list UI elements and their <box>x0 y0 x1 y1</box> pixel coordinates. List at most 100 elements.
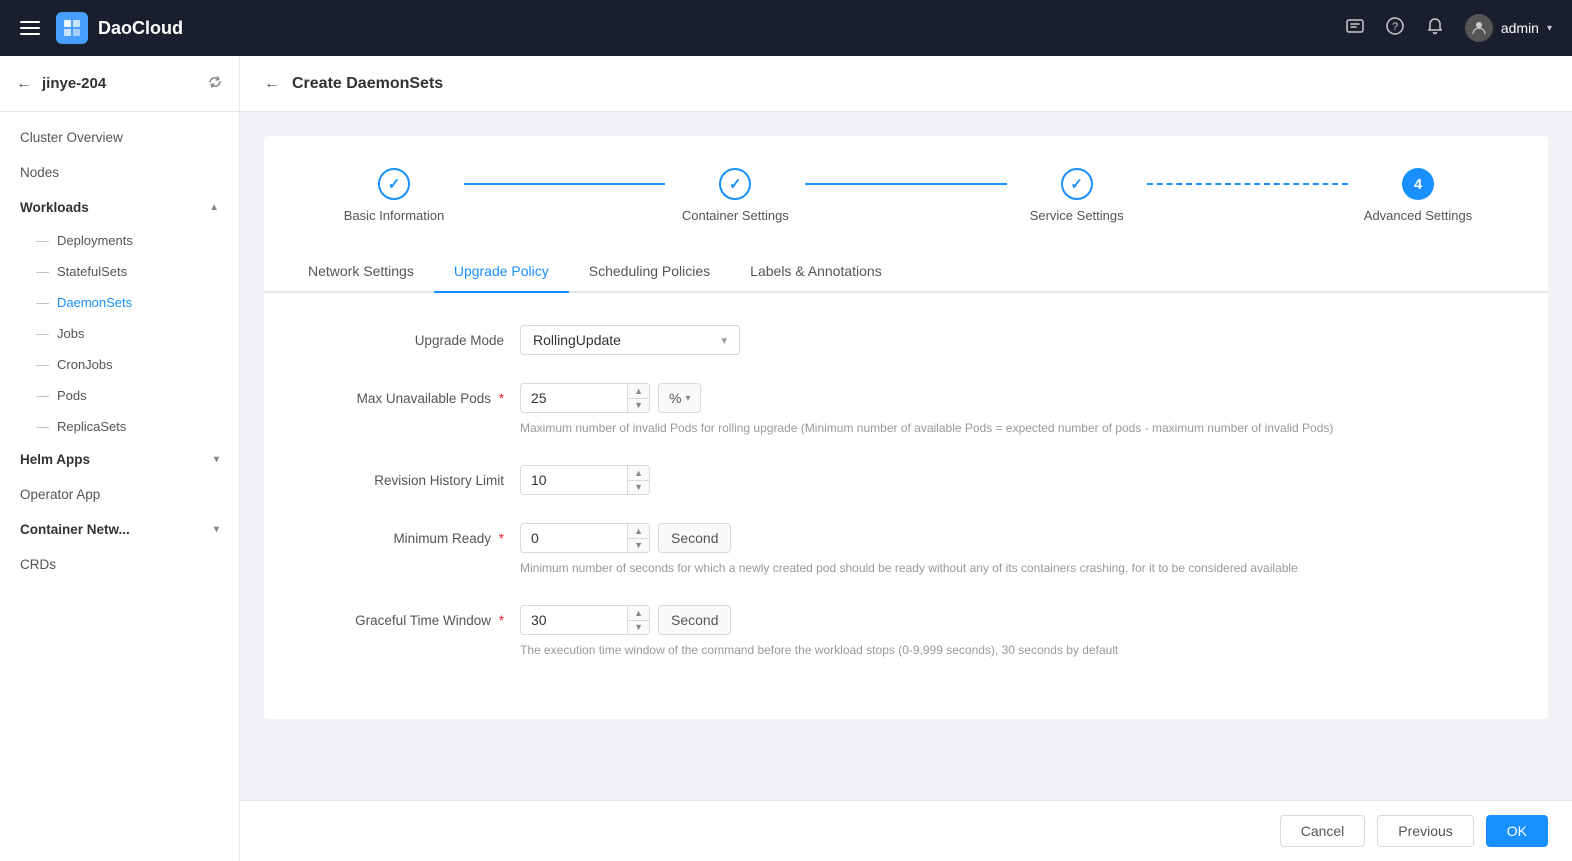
form-row-upgrade-mode: Upgrade Mode RollingUpdate ▾ <box>304 325 1508 355</box>
max-unavailable-spinners: ▲ ▼ <box>627 384 649 412</box>
sidebar-item-workloads[interactable]: Workloads ▲ <box>0 190 239 225</box>
wizard-card: ✓ Basic Information ✓ Container Settings <box>264 136 1548 719</box>
graceful-time-down[interactable]: ▼ <box>628 621 649 635</box>
upgrade-mode-chevron-icon: ▾ <box>721 334 727 347</box>
minimum-ready-up[interactable]: ▲ <box>628 524 649 539</box>
sidebar-item-deployments[interactable]: — Deployments <box>0 225 239 256</box>
max-unavailable-number-wrap: ▲ ▼ <box>520 383 650 413</box>
bell-icon[interactable] <box>1425 16 1445 41</box>
sidebar-item-jobs[interactable]: — Jobs <box>0 318 239 349</box>
max-unavailable-input-group: ▲ ▼ % ▾ <box>520 383 1508 413</box>
control-max-unavailable: ▲ ▼ % ▾ Maximum number of invalid Pods f… <box>520 383 1508 437</box>
ok-button[interactable]: OK <box>1486 815 1548 847</box>
control-graceful-time: ▲ ▼ Second The execution time window of … <box>520 605 1508 659</box>
message-icon[interactable] <box>1345 16 1365 41</box>
graceful-time-up[interactable]: ▲ <box>628 606 649 621</box>
step-advanced-settings: 4 Advanced Settings <box>1348 168 1488 223</box>
sidebar-item-pods[interactable]: — Pods <box>0 380 239 411</box>
required-star-minimum-ready: * <box>499 531 504 546</box>
sidebar-item-statefulsets[interactable]: — StatefulSets <box>0 256 239 287</box>
step-line-1 <box>464 183 665 185</box>
label-revision-history: Revision History Limit <box>304 465 504 488</box>
step-number-advanced: 4 <box>1414 176 1422 193</box>
admin-avatar <box>1465 14 1493 42</box>
tabs-bar: Network Settings Upgrade Policy Scheduli… <box>264 251 1548 293</box>
tab-labels-annotations[interactable]: Labels & Annotations <box>730 251 902 293</box>
tab-scheduling-policies[interactable]: Scheduling Policies <box>569 251 730 293</box>
max-unavailable-down[interactable]: ▼ <box>628 399 649 413</box>
topbar-logo: DaoCloud <box>56 12 183 44</box>
main-content: ← Create DaemonSets ✓ Basic Information <box>240 56 1572 861</box>
step-label-container-settings: Container Settings <box>682 208 789 223</box>
max-unavailable-up[interactable]: ▲ <box>628 384 649 399</box>
minimum-ready-input[interactable] <box>521 524 627 552</box>
page-title: Create DaemonSets <box>292 75 443 93</box>
admin-chevron: ▾ <box>1547 23 1552 34</box>
max-unavailable-input[interactable] <box>521 384 627 412</box>
sidebar-item-operator-app[interactable]: Operator App <box>0 477 239 512</box>
revision-history-up[interactable]: ▲ <box>628 466 649 481</box>
minimum-ready-input-group: ▲ ▼ Second <box>520 523 1508 553</box>
minimum-ready-down[interactable]: ▼ <box>628 539 649 553</box>
tab-network-settings[interactable]: Network Settings <box>288 251 434 293</box>
graceful-time-spinners: ▲ ▼ <box>627 606 649 634</box>
unit-chevron-icon: ▾ <box>685 393 690 404</box>
minimum-ready-unit: Second <box>658 523 731 553</box>
logo-icon <box>56 12 88 44</box>
sidebar-item-nodes[interactable]: Nodes <box>0 155 239 190</box>
label-graceful-time: Graceful Time Window * <box>304 605 504 628</box>
sidebar-item-cluster-overview[interactable]: Cluster Overview <box>0 120 239 155</box>
sidebar-item-container-netw[interactable]: Container Netw... ▾ <box>0 512 239 547</box>
admin-label: admin <box>1501 20 1539 36</box>
helm-apps-chevron: ▾ <box>214 454 219 465</box>
sidebar-item-cronjobs[interactable]: — CronJobs <box>0 349 239 380</box>
topbar-left: DaoCloud <box>20 12 183 44</box>
step-circle-container-settings: ✓ <box>719 168 751 200</box>
graceful-time-input[interactable] <box>521 606 627 634</box>
help-icon[interactable]: ? <box>1385 16 1405 41</box>
max-unavailable-hint: Maximum number of invalid Pods for rolli… <box>520 419 1420 437</box>
revision-history-wrap: ▲ ▼ <box>520 465 650 495</box>
required-star-graceful-time: * <box>499 613 504 628</box>
checkmark-icon: ✓ <box>388 175 401 193</box>
minimum-ready-hint: Minimum number of seconds for which a ne… <box>520 559 1420 577</box>
sidebar-item-daemonsets[interactable]: — DaemonSets <box>0 287 239 318</box>
graceful-time-unit: Second <box>658 605 731 635</box>
sidebar-item-replicasets[interactable]: — ReplicaSets <box>0 411 239 442</box>
tab-upgrade-policy[interactable]: Upgrade Policy <box>434 251 569 293</box>
label-upgrade-mode: Upgrade Mode <box>304 325 504 348</box>
cancel-button[interactable]: Cancel <box>1280 815 1366 847</box>
graceful-time-hint: The execution time window of the command… <box>520 641 1420 659</box>
label-minimum-ready: Minimum Ready * <box>304 523 504 546</box>
revision-history-spinners: ▲ ▼ <box>627 466 649 494</box>
form-row-graceful-time: Graceful Time Window * ▲ ▼ <box>304 605 1508 659</box>
sidebar-item-crds[interactable]: CRDs <box>0 547 239 582</box>
refresh-icon[interactable] <box>207 74 223 94</box>
step-circle-service-settings: ✓ <box>1061 168 1093 200</box>
sidebar-nav: Cluster Overview Nodes Workloads ▲ — Dep… <box>0 112 239 861</box>
sidebar-item-helm-apps[interactable]: Helm Apps ▾ <box>0 442 239 477</box>
hamburger-icon[interactable] <box>20 21 40 35</box>
page-back-arrow[interactable]: ← <box>264 75 280 93</box>
stepper: ✓ Basic Information ✓ Container Settings <box>264 168 1548 251</box>
revision-history-down[interactable]: ▼ <box>628 481 649 495</box>
control-revision-history: ▲ ▼ <box>520 465 1508 495</box>
admin-area[interactable]: admin ▾ <box>1465 14 1552 42</box>
step-line-2 <box>805 183 1006 185</box>
max-unavailable-unit-select[interactable]: % ▾ <box>658 383 701 413</box>
upgrade-mode-select[interactable]: RollingUpdate ▾ <box>520 325 740 355</box>
control-upgrade-mode: RollingUpdate ▾ <box>520 325 1508 355</box>
form-row-max-unavailable: Max Unavailable Pods * ▲ ▼ <box>304 383 1508 437</box>
previous-button[interactable]: Previous <box>1377 815 1473 847</box>
revision-history-input[interactable] <box>521 466 627 494</box>
sidebar-back-arrow[interactable]: ← <box>16 75 32 93</box>
form-area: Upgrade Mode RollingUpdate ▾ Max Unava <box>264 293 1548 719</box>
graceful-time-input-group: ▲ ▼ Second <box>520 605 1508 635</box>
step-label-advanced-settings: Advanced Settings <box>1364 208 1472 223</box>
form-row-revision-history: Revision History Limit ▲ ▼ <box>304 465 1508 495</box>
step-circle-basic-info: ✓ <box>378 168 410 200</box>
topbar: DaoCloud ? admin ▾ <box>0 0 1572 56</box>
svg-text:?: ? <box>1392 21 1398 33</box>
container-netw-chevron: ▾ <box>214 524 219 535</box>
step-service-settings: ✓ Service Settings <box>1007 168 1147 223</box>
